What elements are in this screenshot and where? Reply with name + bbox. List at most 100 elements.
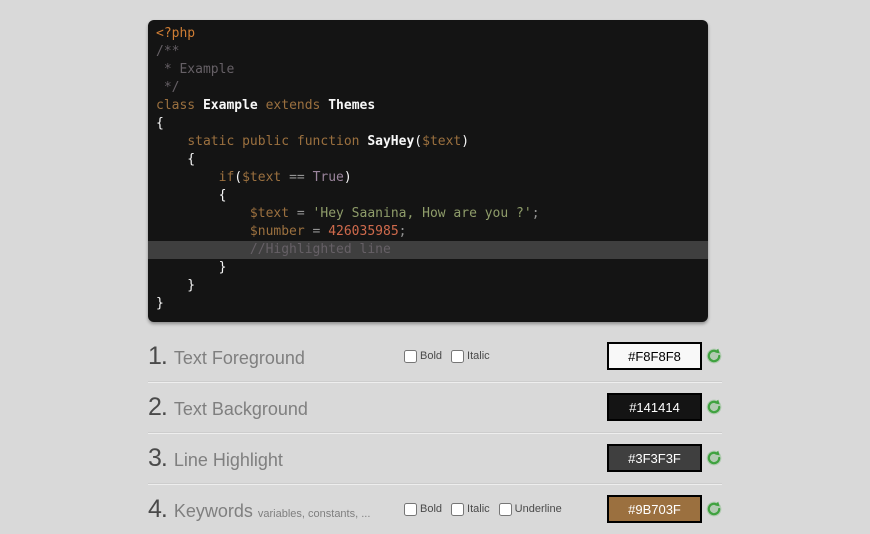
code-line: { [156, 115, 700, 133]
code-token-keyword: $text [249, 206, 290, 221]
checkbox-text: Bold [420, 350, 443, 362]
color-value-input[interactable] [607, 342, 702, 370]
italic-checkbox[interactable] [451, 349, 465, 363]
style-checkboxes: Bold Italic Underline [404, 502, 571, 516]
theme-editor: <?php /** * Example */ class Example exten… [148, 0, 722, 534]
row-number: 2. [148, 392, 168, 421]
code-token-operator: = [296, 206, 305, 221]
reset-color-icon[interactable] [706, 399, 722, 415]
row-label-area: 2. Text Background [148, 393, 404, 422]
code-token-keyword: if [218, 170, 235, 185]
underline-checkbox-label[interactable]: Underline [498, 502, 562, 516]
row-label-area: 4. Keywords variables, constants, ... [148, 495, 404, 524]
row-label-area: 3. Line Highlight [148, 444, 404, 473]
code-token-bold: SayHey [367, 134, 415, 149]
bold-checkbox[interactable] [404, 502, 417, 516]
color-area [607, 495, 722, 523]
code-line: <?php [156, 25, 700, 43]
code-token-operator: == [289, 170, 305, 185]
settings-list: 1. Text Foreground Bold Italic #F8F8F8 2… [148, 331, 722, 534]
code-line: class Example extends Themes [156, 97, 700, 115]
setting-row-text-background: 2. Text Background [148, 381, 722, 432]
code-line: */ [156, 79, 700, 97]
row-label: Text Foreground [173, 347, 305, 368]
row-number: 4. [148, 494, 168, 523]
code-token-string: 'Hey Saanina, How are you ?' [312, 206, 532, 221]
code-token-bold: Themes [328, 98, 376, 113]
code-token-tag: <?php [156, 26, 196, 41]
code-token-plain: ) [343, 170, 352, 185]
reset-color-icon[interactable] [706, 501, 722, 517]
row-sublabel: variables, constants, ... [257, 507, 371, 520]
code-token-keyword: static public function [187, 134, 360, 149]
code-token-keyword: $number [249, 224, 305, 239]
color-value-input[interactable] [607, 393, 702, 421]
code-token-plain: { [156, 116, 164, 131]
code-token-keyword: class [156, 98, 196, 113]
color-area [607, 393, 722, 421]
style-checkboxes: Bold Italic [404, 349, 499, 363]
code-token-plain: { [156, 188, 227, 203]
code-token-operator: ; [398, 224, 407, 239]
underline-checkbox[interactable] [498, 502, 512, 516]
code-token-keyword: $text [422, 134, 462, 149]
code-token-plain: ( [414, 134, 423, 149]
bold-checkbox-label[interactable]: Bold [404, 502, 443, 516]
row-number: 1. [148, 341, 168, 370]
code-token-plain: ( [234, 170, 243, 185]
code-line: { [156, 151, 700, 169]
color-area [607, 342, 722, 370]
row-number: 3. [148, 443, 168, 472]
code-token-plain: } [156, 260, 227, 275]
code-token-comment: /** [156, 44, 180, 59]
code-token-plain: } [156, 278, 196, 293]
code-token-comment: */ [156, 80, 180, 95]
code-token-comment: //Highlighted line [249, 242, 391, 257]
code-line: { [156, 187, 700, 205]
code-token-comment: * Example [156, 62, 235, 77]
code-token-plain: } [156, 296, 164, 311]
bold-checkbox[interactable] [404, 349, 417, 363]
code-preview: <?php /** * Example */ class Example exten… [148, 20, 708, 322]
code-token-keyword: $text [242, 170, 282, 185]
code-token-bold: Example [202, 98, 258, 113]
color-value-input[interactable] [607, 495, 702, 523]
code-token-plain: ) [461, 134, 470, 149]
italic-checkbox[interactable] [451, 502, 465, 516]
setting-row-text-foreground: 1. Text Foreground Bold Italic [148, 331, 722, 381]
code-line-highlighted: //Highlighted line [148, 241, 708, 259]
code-line: } [156, 259, 700, 277]
checkbox-text: Bold [420, 503, 443, 515]
row-label: Text Background [173, 398, 308, 419]
code-line: if($text == True) [156, 169, 700, 187]
code-line: $number = 426035985; [156, 223, 700, 241]
row-label: Line Highlight [173, 449, 283, 470]
code-line: $text = 'Hey Saanina, How are you ?'; [156, 205, 700, 223]
italic-checkbox-label[interactable]: Italic [451, 349, 490, 363]
reset-color-icon[interactable] [706, 450, 722, 466]
setting-row-line-highlight: 3. Line Highlight [148, 432, 722, 483]
code-token-number: 426035985 [328, 224, 399, 239]
reset-color-icon[interactable] [706, 348, 722, 364]
italic-checkbox-label[interactable]: Italic [451, 502, 490, 516]
color-value-input[interactable] [607, 444, 702, 472]
row-label-area: 1. Text Foreground [148, 342, 404, 371]
code-token-constant: True [312, 170, 344, 185]
bold-checkbox-label[interactable]: Bold [404, 349, 443, 363]
code-token-keyword: extends [265, 98, 321, 113]
row-label: Keywords [173, 500, 253, 521]
code-line: static public function SayHey($text) [156, 133, 700, 151]
code-line: * Example [156, 61, 700, 79]
code-token-operator: ; [531, 206, 540, 221]
